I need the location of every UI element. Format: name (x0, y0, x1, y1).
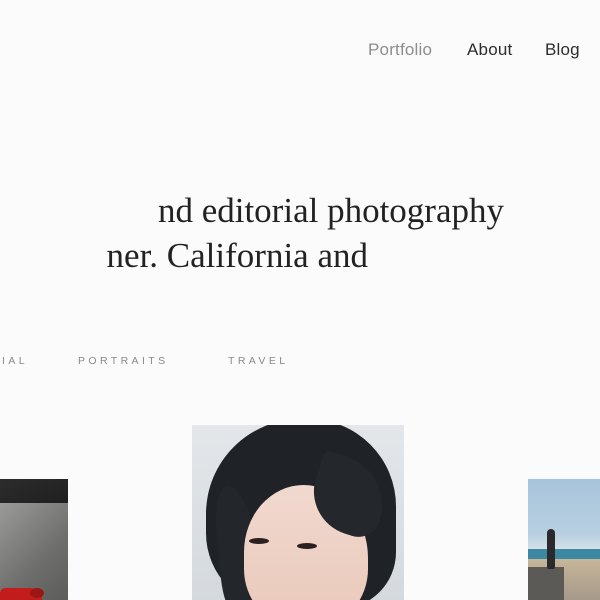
gallery-thumbnail-travel[interactable] (528, 479, 600, 600)
top-nav: Portfolio About Blog (0, 40, 600, 66)
filter-travel[interactable]: TRAVEL (228, 355, 288, 367)
nav-blog-link[interactable]: Blog (545, 40, 580, 60)
filter-editorial[interactable]: IAL (2, 355, 28, 367)
filter-portraits[interactable]: PORTRAITS (78, 355, 169, 367)
person-silhouette (547, 529, 555, 569)
gallery-thumbnail-editorial[interactable] (0, 479, 68, 600)
ledge-shape (528, 567, 564, 600)
nav-about-link[interactable]: About (467, 40, 512, 60)
category-filters: IAL PORTRAITS TRAVEL (0, 355, 600, 371)
hero-headline: nd editorial photography ner. California… (0, 188, 504, 278)
nav-portfolio-link[interactable]: Portfolio (368, 40, 432, 60)
portrait-left-eye (249, 538, 269, 544)
gallery-thumbnail-portrait[interactable] (192, 425, 404, 600)
concrete-wall-shape (0, 503, 68, 600)
red-object-detail-shape (30, 588, 44, 598)
sea-shape (528, 549, 600, 559)
portrait-right-eye (297, 543, 317, 549)
hero-line-2: ner. California and (106, 236, 368, 275)
hero-line-1: nd editorial photography (157, 191, 504, 230)
